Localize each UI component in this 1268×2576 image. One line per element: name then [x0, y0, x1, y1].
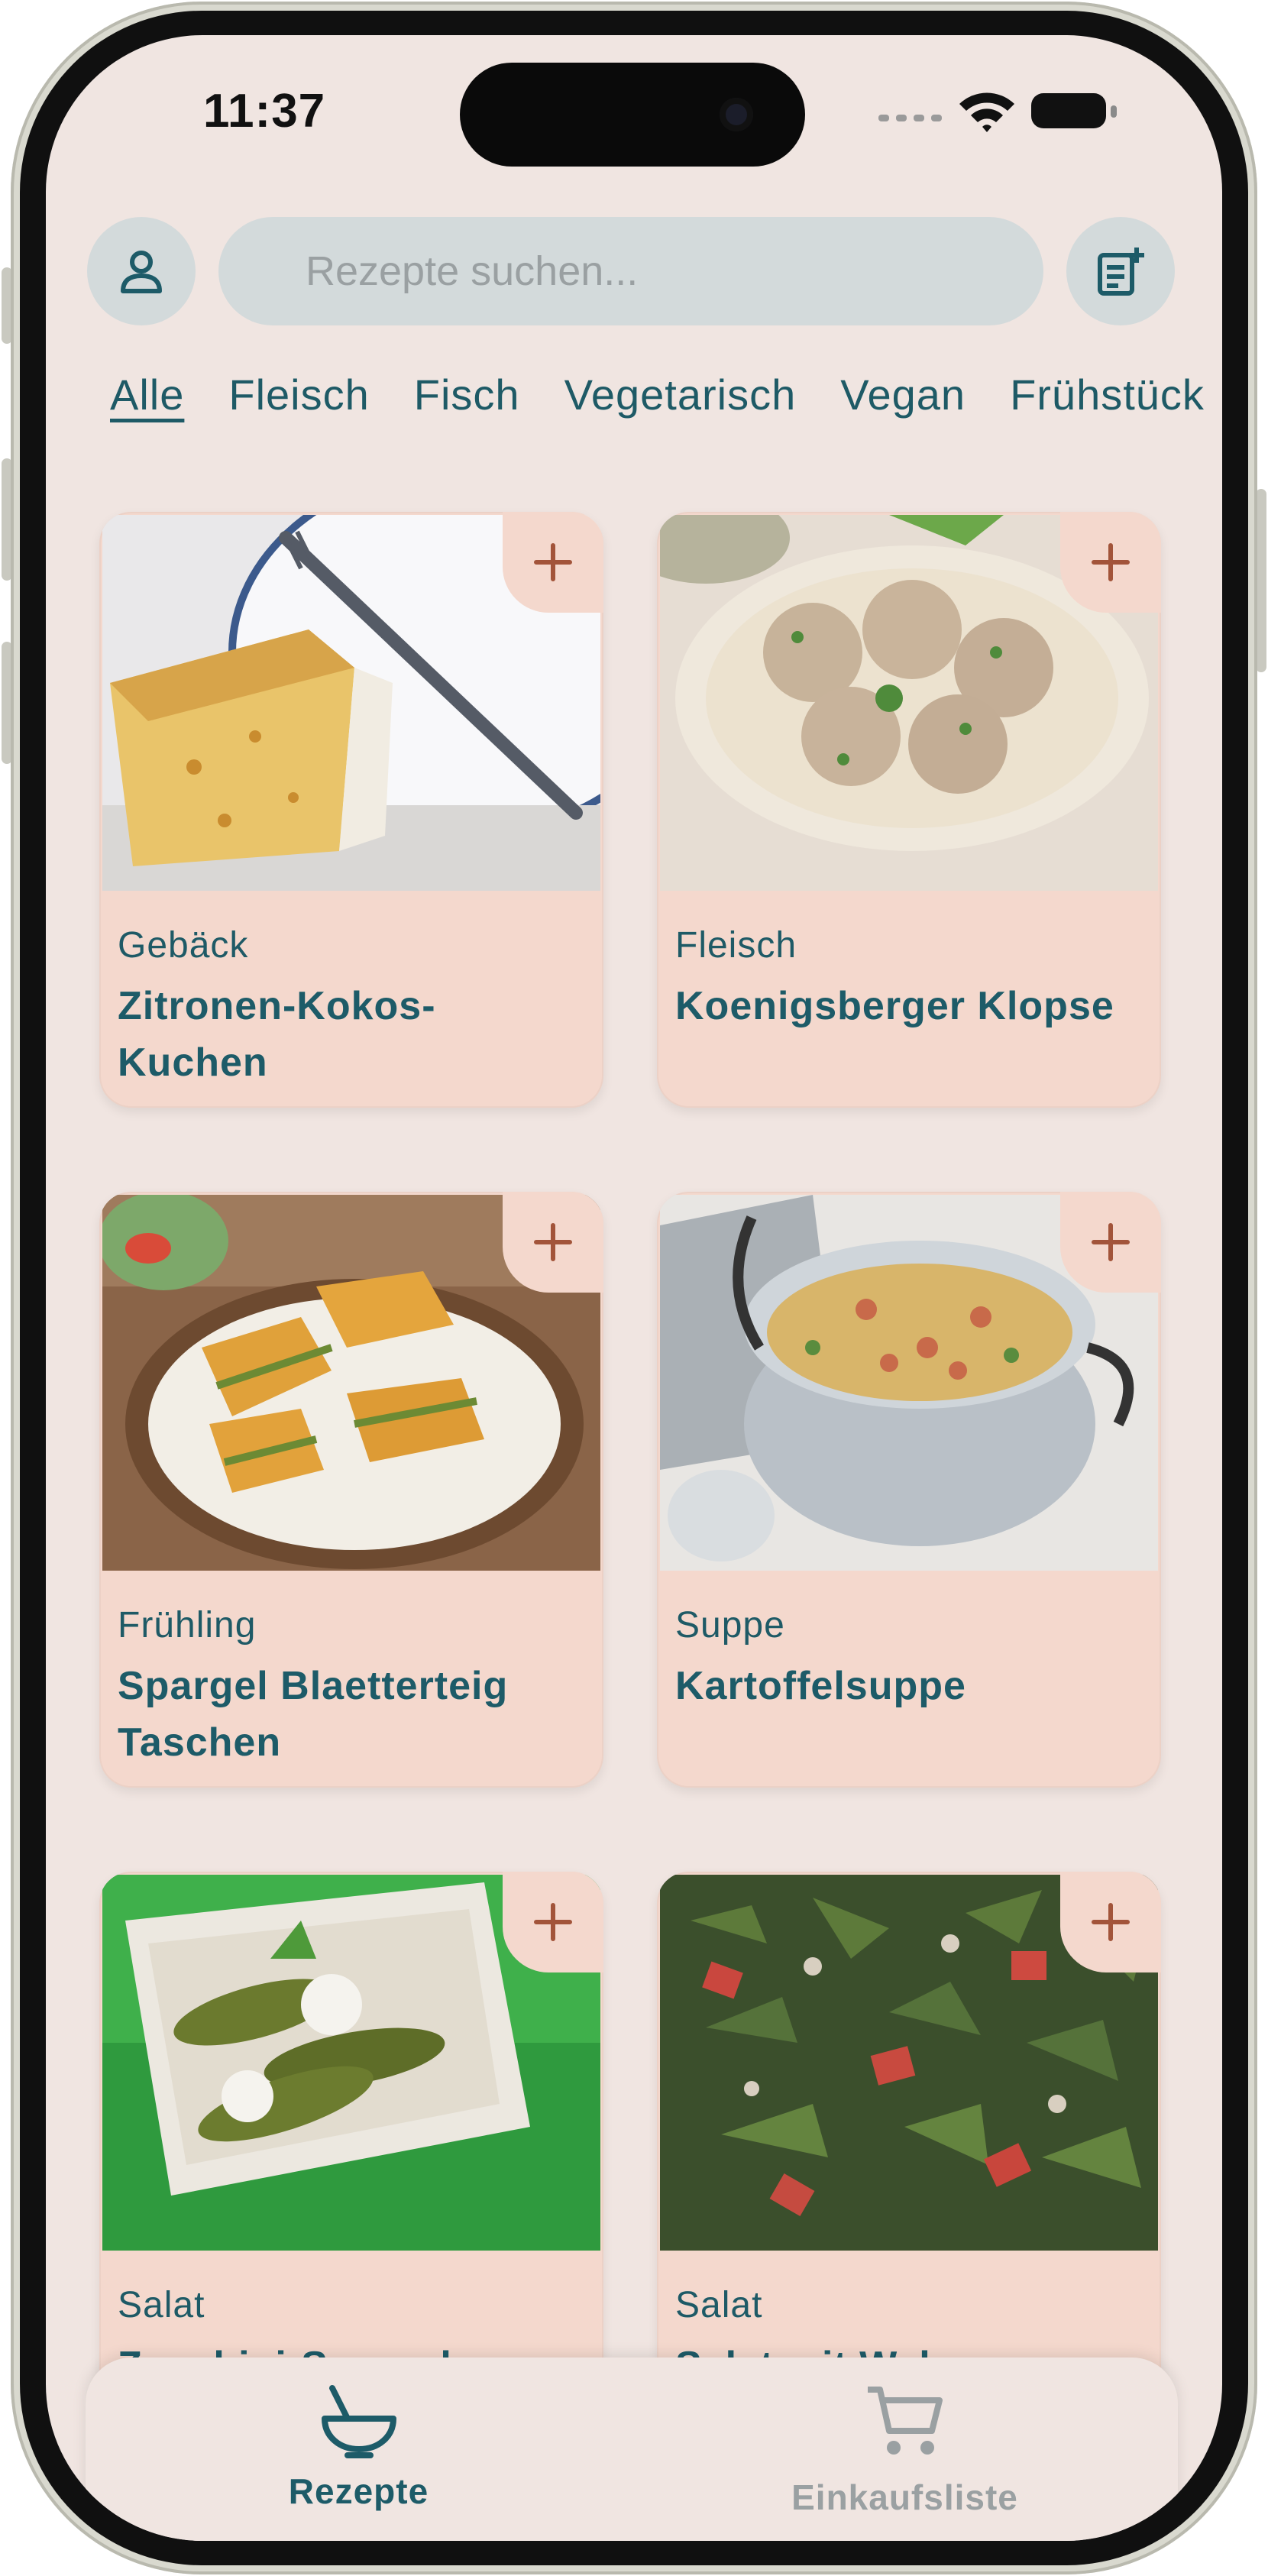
recipe-title: Zitronen-Kokos-Kuchen: [118, 984, 436, 1085]
recipe-card[interactable]: Fleisch Koenigsberger Klopse: [657, 512, 1161, 1108]
recipe-card[interactable]: Suppe Kartoffelsuppe: [657, 1192, 1161, 1788]
bottom-navigation: Rezepte Einkaufsliste: [86, 2358, 1178, 2541]
recipe-category: Suppe: [675, 1605, 785, 1646]
cellular-signal-icon: [878, 115, 942, 121]
plus-icon: [1092, 1223, 1130, 1261]
tab-alle[interactable]: Alle: [110, 370, 184, 419]
recipe-category: Salat: [675, 2285, 763, 2325]
recipe-card[interactable]: Gebäck Zitronen-Kokos-Kuchen: [99, 512, 603, 1108]
recipe-title: Kartoffelsuppe: [675, 1664, 966, 1708]
add-to-list-button[interactable]: [1060, 1192, 1161, 1293]
dynamic-island: [460, 63, 805, 167]
recipe-title: Spargel Blaetterteig Taschen: [118, 1664, 509, 1765]
battery-icon: [1031, 93, 1106, 128]
plus-icon: [534, 1903, 572, 1941]
recipe-title: Koenigsberger Klopse: [675, 984, 1114, 1028]
add-to-list-button[interactable]: [503, 1192, 603, 1293]
tab-fleisch[interactable]: Fleisch: [228, 370, 369, 419]
app-screen: 11:37 Alle Fleisch Fisch Vegetarisch Vegan Fr…: [46, 35, 1222, 2541]
front-camera: [720, 98, 753, 131]
recipe-category: Frühling: [118, 1605, 257, 1646]
nav-shopping-label: Einkaufsliste: [791, 2477, 1018, 2517]
add-to-list-button[interactable]: [1060, 512, 1161, 613]
recipe-category: Salat: [118, 2285, 205, 2325]
add-to-list-button[interactable]: [503, 512, 603, 613]
battery-tip: [1111, 105, 1117, 118]
wifi-icon: [959, 92, 1014, 132]
tab-fisch[interactable]: Fisch: [414, 370, 520, 419]
nav-recipes-label: Rezepte: [288, 2471, 429, 2511]
cart-icon: [867, 2387, 943, 2455]
nav-shopping-list[interactable]: Einkaufsliste: [632, 2358, 1178, 2541]
tab-fruehstueck[interactable]: Frühstück: [1010, 370, 1205, 419]
nav-recipes[interactable]: Rezepte: [86, 2358, 632, 2541]
plus-icon: [534, 1223, 572, 1261]
plus-icon: [1092, 1903, 1130, 1941]
bowl-icon: [321, 2385, 396, 2458]
power-button[interactable]: [1256, 489, 1266, 672]
recipe-category: Fleisch: [675, 925, 797, 966]
plus-icon: [1092, 543, 1130, 581]
tab-vegan[interactable]: Vegan: [840, 370, 966, 419]
category-tabs: Alle Fleisch Fisch Vegetarisch Vegan Frühstüc…: [110, 370, 1222, 439]
add-to-list-button[interactable]: [1060, 1872, 1161, 1972]
recipe-card[interactable]: Frühling Spargel Blaetterteig Taschen: [99, 1192, 603, 1788]
plus-icon: [534, 543, 572, 581]
tab-vegetarisch[interactable]: Vegetarisch: [564, 370, 797, 419]
recipe-category: Gebäck: [118, 925, 249, 966]
profile-button[interactable]: [87, 217, 196, 325]
search-input[interactable]: [218, 217, 1043, 325]
status-time: 11:37: [203, 85, 326, 138]
person-icon: [121, 251, 162, 293]
add-list-button[interactable]: [1066, 217, 1175, 325]
add-to-list-button[interactable]: [503, 1872, 603, 1972]
note-add-icon: [1098, 248, 1144, 296]
